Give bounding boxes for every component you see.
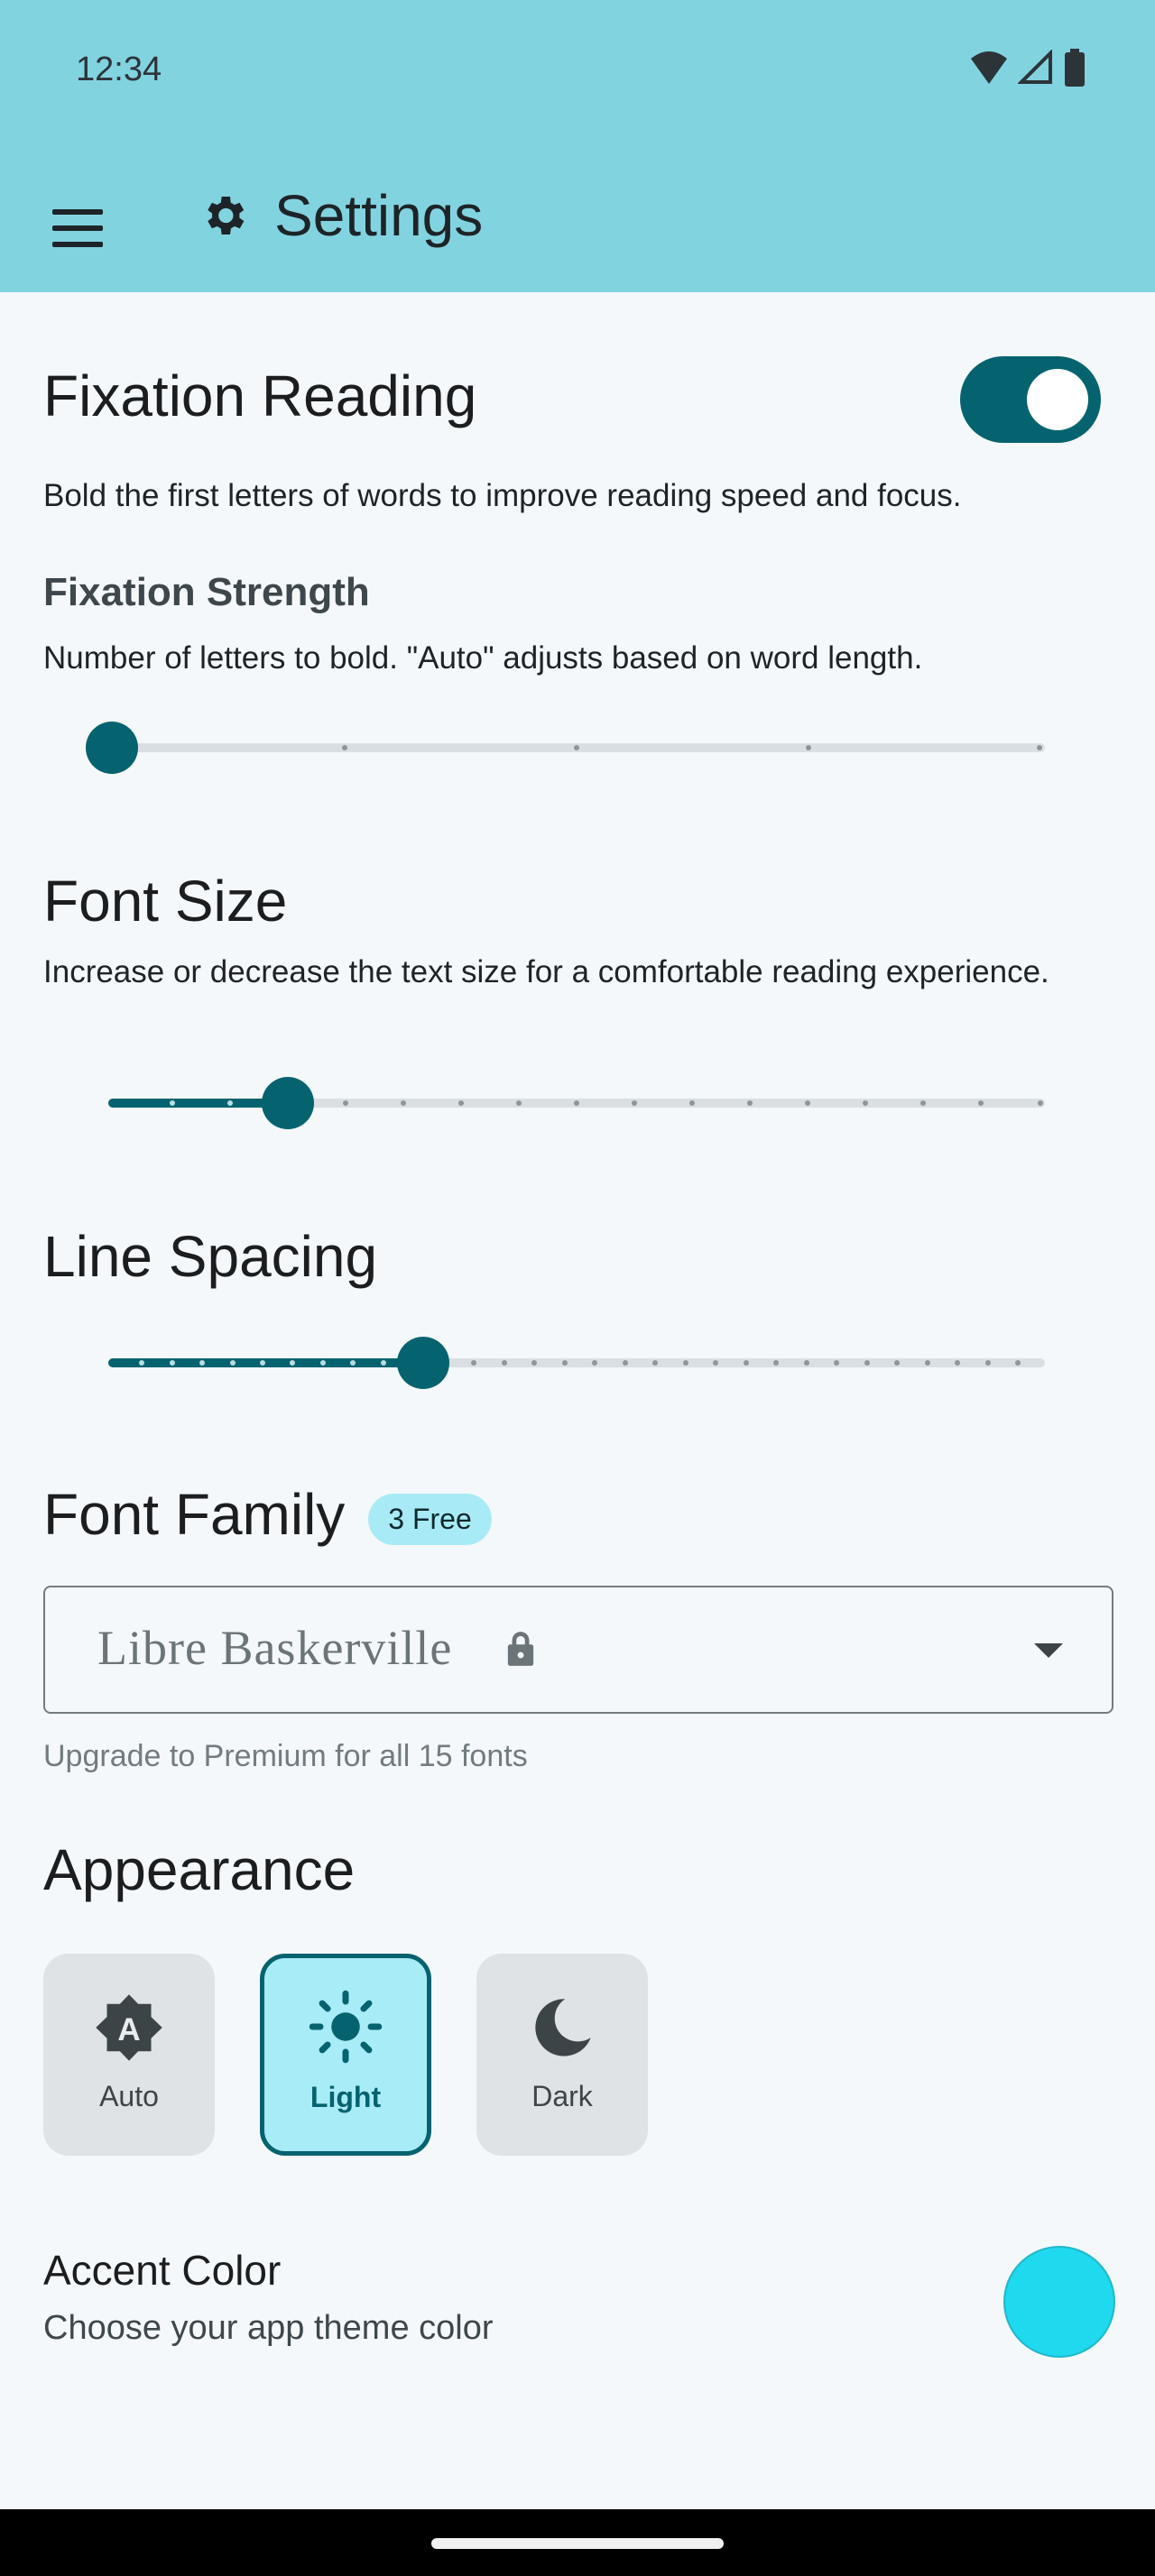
slider-tick bbox=[920, 1100, 926, 1106]
cellular-signal-icon bbox=[1018, 50, 1052, 84]
slider-thumb[interactable] bbox=[397, 1337, 449, 1389]
slider-tick bbox=[1038, 1100, 1043, 1106]
slider-tick bbox=[531, 1360, 537, 1366]
app-bar: Settings bbox=[0, 135, 1155, 292]
slider-tick bbox=[381, 1360, 386, 1366]
slider-tick bbox=[925, 1360, 930, 1366]
slider-tick bbox=[806, 745, 811, 750]
page-title: Settings bbox=[274, 183, 484, 248]
wifi-icon bbox=[971, 51, 1007, 84]
slider-tick bbox=[864, 1360, 870, 1366]
appearance-auto-button[interactable]: A Auto bbox=[43, 1954, 215, 2156]
dropdown-caret-icon bbox=[1034, 1643, 1063, 1658]
slider-tick bbox=[502, 1360, 507, 1366]
svg-text:A: A bbox=[117, 2012, 140, 2047]
slider-tick bbox=[805, 1100, 810, 1106]
slider-tick bbox=[574, 745, 579, 750]
moon-icon bbox=[535, 1999, 591, 2056]
slider-track bbox=[87, 743, 1045, 752]
appearance-title: Appearance bbox=[43, 1837, 356, 1902]
slider-tick bbox=[863, 1100, 868, 1106]
slider-tick bbox=[139, 1360, 144, 1366]
slider-tick bbox=[592, 1360, 597, 1366]
slider-tick bbox=[747, 1100, 753, 1106]
slider-thumb[interactable] bbox=[86, 722, 138, 774]
fixation-reading-description: Bold the first letters of words to impro… bbox=[43, 478, 962, 513]
slider-tick bbox=[320, 1360, 326, 1366]
font-family-title: Font Family bbox=[43, 1482, 346, 1547]
appearance-dark-label: Dark bbox=[531, 2080, 593, 2112]
sun-icon bbox=[309, 1990, 383, 2064]
slider-tick bbox=[260, 1360, 265, 1366]
slider-tick bbox=[773, 1360, 779, 1366]
line-spacing-title: Line Spacing bbox=[43, 1224, 378, 1289]
slider-tick bbox=[623, 1360, 628, 1366]
slider-tick bbox=[574, 1100, 579, 1106]
slider-tick bbox=[170, 1360, 175, 1366]
slider-tick bbox=[652, 1360, 658, 1366]
fixation-strength-title: Fixation Strength bbox=[43, 570, 370, 614]
fixation-reading-toggle[interactable] bbox=[960, 356, 1101, 443]
slider-tick bbox=[632, 1100, 637, 1106]
font-family-dropdown[interactable]: Libre Baskerville bbox=[43, 1586, 1113, 1714]
font-size-title: Font Size bbox=[43, 869, 288, 934]
system-navigation-bar bbox=[0, 2509, 1155, 2576]
line-spacing-slider[interactable] bbox=[108, 1335, 1045, 1389]
slider-tick bbox=[713, 1360, 718, 1366]
font-family-header: Font Family 3 Free bbox=[43, 1481, 492, 1548]
slider-tick bbox=[170, 1100, 175, 1106]
home-gesture-handle[interactable] bbox=[431, 2538, 724, 2549]
free-fonts-badge: 3 Free bbox=[368, 1493, 492, 1545]
slider-tick bbox=[230, 1360, 236, 1366]
slider-tick bbox=[689, 1100, 695, 1106]
font-family-selected-value: Libre Baskerville bbox=[97, 1621, 453, 1675]
slider-tick bbox=[834, 1360, 839, 1366]
toggle-knob bbox=[1027, 369, 1088, 430]
slider-tick bbox=[343, 1100, 348, 1106]
slider-tick bbox=[199, 1360, 205, 1366]
slider-tick bbox=[471, 1360, 476, 1366]
slider-tick bbox=[401, 1100, 406, 1106]
slider-tick bbox=[894, 1360, 900, 1366]
slider-tick bbox=[562, 1360, 568, 1366]
status-bar: 12:34 bbox=[0, 0, 1155, 135]
font-family-helper-text: Upgrade to Premium for all 15 fonts bbox=[43, 1739, 528, 1773]
lock-icon bbox=[507, 1632, 534, 1666]
slider-fill bbox=[108, 1358, 424, 1367]
slider-tick bbox=[985, 1360, 991, 1366]
accent-color-title: Accent Color bbox=[43, 2247, 282, 2294]
slider-tick bbox=[1037, 745, 1042, 750]
slider-tick bbox=[1015, 1360, 1021, 1366]
app-bar-title-group: Settings bbox=[199, 182, 483, 249]
slider-thumb[interactable] bbox=[262, 1077, 314, 1129]
slider-tick bbox=[516, 1100, 522, 1106]
appearance-dark-button[interactable]: Dark bbox=[476, 1954, 648, 2156]
slider-tick bbox=[458, 1100, 464, 1106]
battery-icon bbox=[1065, 49, 1085, 87]
font-size-slider[interactable] bbox=[108, 1075, 1045, 1129]
fixation-strength-description: Number of letters to bold. "Auto" adjust… bbox=[43, 640, 923, 676]
slider-tick bbox=[290, 1360, 295, 1366]
fixation-strength-slider[interactable] bbox=[86, 720, 1045, 774]
slider-tick bbox=[342, 745, 347, 750]
auto-brightness-icon: A bbox=[96, 1994, 162, 2061]
slider-tick bbox=[227, 1100, 233, 1106]
fixation-reading-title: Fixation Reading bbox=[43, 363, 477, 428]
accent-color-description: Choose your app theme color bbox=[43, 2309, 494, 2347]
status-time: 12:34 bbox=[76, 51, 162, 88]
slider-tick bbox=[744, 1360, 749, 1366]
appearance-light-button[interactable]: Light bbox=[260, 1954, 431, 2156]
slider-tick bbox=[683, 1360, 688, 1366]
gear-icon bbox=[208, 197, 245, 235]
slider-tick bbox=[804, 1360, 809, 1366]
accent-color-swatch[interactable] bbox=[1003, 2246, 1115, 2358]
appearance-auto-label: Auto bbox=[99, 2080, 159, 2112]
slider-tick bbox=[955, 1360, 960, 1366]
slider-tick bbox=[350, 1360, 356, 1366]
slider-tick bbox=[978, 1100, 984, 1106]
appearance-light-label: Light bbox=[310, 2081, 382, 2113]
status-icons bbox=[969, 49, 1086, 87]
menu-icon[interactable] bbox=[43, 195, 112, 263]
font-size-description: Increase or decrease the text size for a… bbox=[43, 954, 1049, 989]
